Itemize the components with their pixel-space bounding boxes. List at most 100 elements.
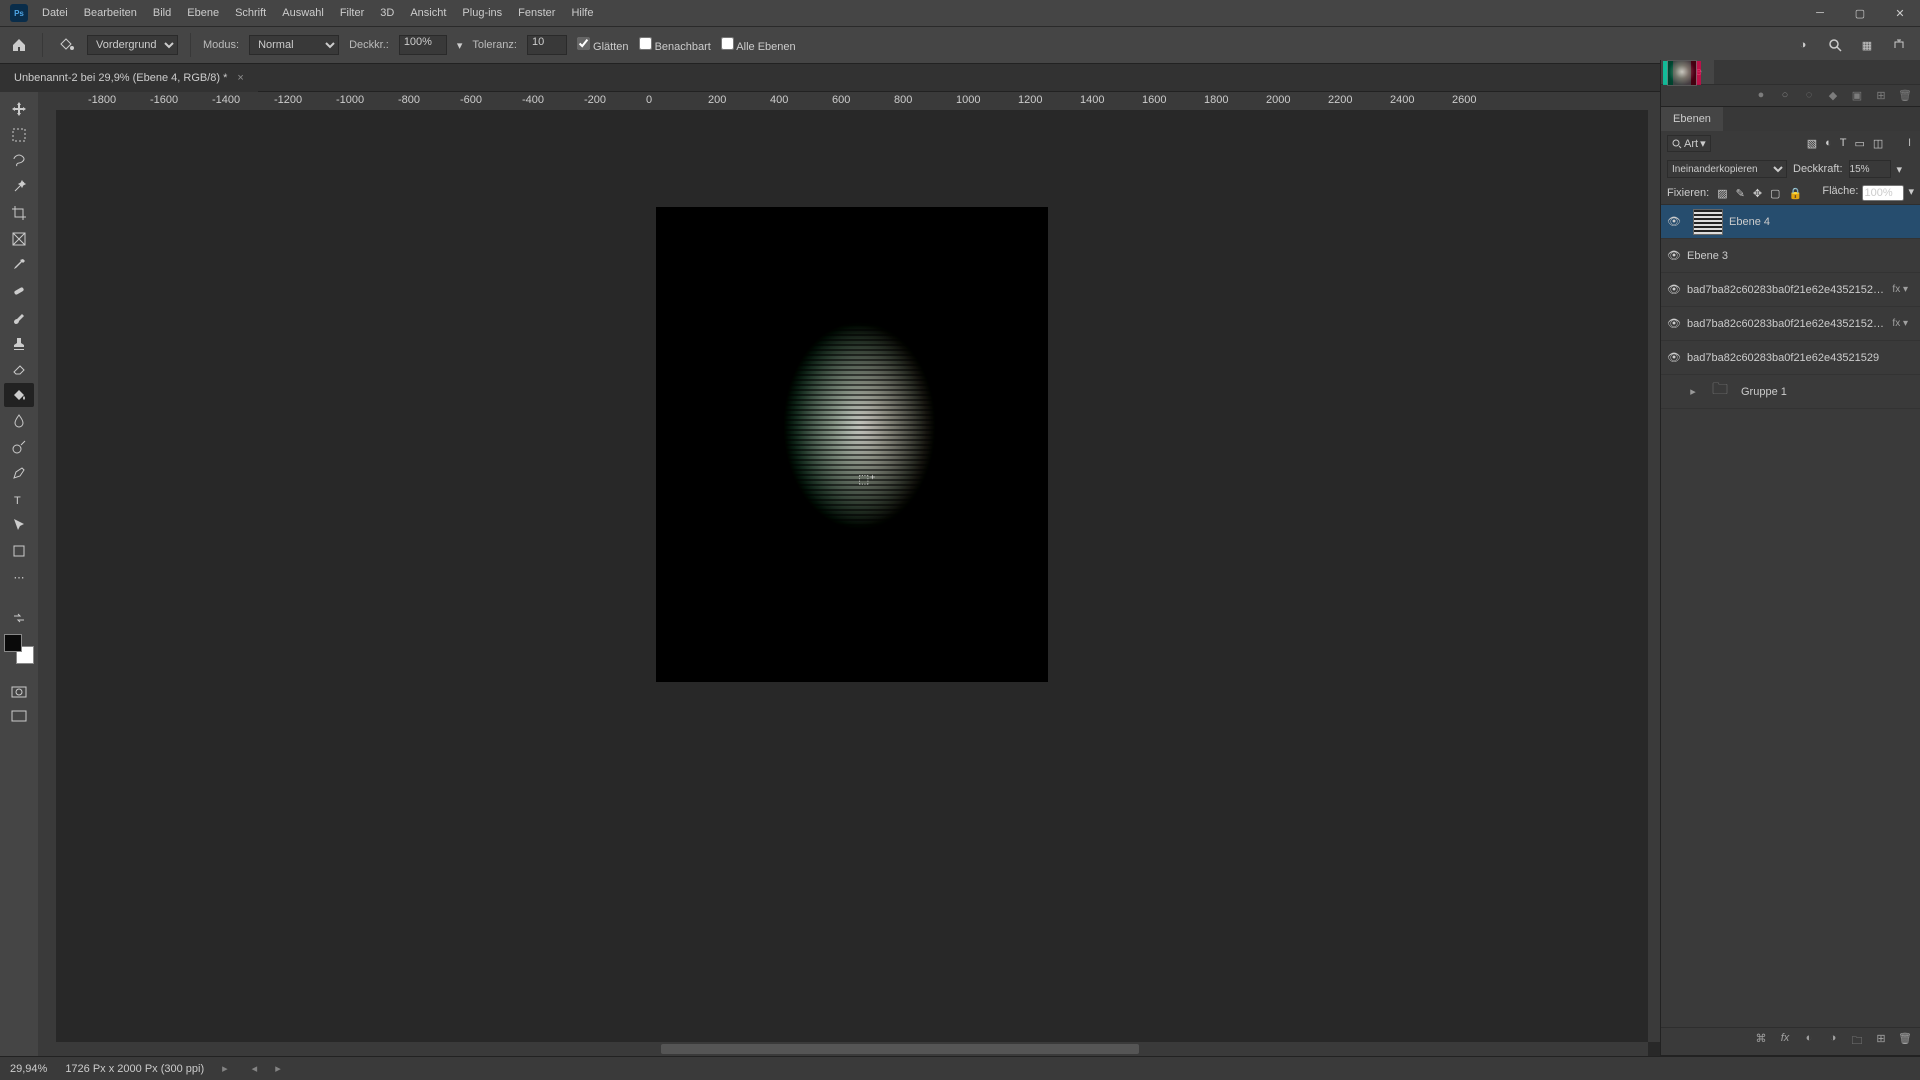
crop-tool[interactable] [4, 201, 34, 225]
menu-ansicht[interactable]: Ansicht [402, 0, 454, 26]
tolerance-field[interactable]: 10 [527, 35, 567, 55]
filter-adjust-icon[interactable]: ◐ [1825, 137, 1832, 150]
visibility-toggle[interactable]: 👁 [1661, 283, 1687, 296]
visibility-toggle[interactable]: 👁 [1661, 351, 1687, 364]
artboard[interactable] [657, 208, 1047, 681]
blend-mode-select[interactable]: Normal [249, 35, 339, 55]
status-prev[interactable]: ◂ [252, 1062, 258, 1075]
share-icon[interactable] [1890, 36, 1908, 54]
visibility-toggle[interactable]: 👁 [1661, 249, 1687, 262]
window-close[interactable]: ✕ [1880, 0, 1920, 26]
new-layer-icon[interactable]: ⊞ [1874, 1032, 1888, 1051]
blur-tool[interactable] [4, 409, 34, 433]
path-stroke-icon[interactable]: ○ [1778, 89, 1792, 102]
link-layers-icon[interactable]: ⌘ [1754, 1032, 1768, 1051]
pen-tool[interactable] [4, 461, 34, 485]
ruler-vertical[interactable] [38, 110, 56, 1056]
tool-icon-bucket[interactable] [55, 34, 77, 56]
ruler-horizontal[interactable]: -2000-1800-1600-1400-1200-1000-800-600-4… [56, 92, 1660, 110]
lock-artboard-icon[interactable]: ▢ [1770, 187, 1780, 200]
fill-flyout[interactable]: ▾ [1908, 185, 1914, 201]
quickmask-toggle[interactable] [5, 682, 33, 702]
heal-tool[interactable] [4, 279, 34, 303]
layer-thumbnail[interactable] [1693, 209, 1723, 235]
move-tool[interactable] [4, 97, 34, 121]
menu-schrift[interactable]: Schrift [227, 0, 274, 26]
home-button[interactable] [8, 34, 30, 56]
eyedropper-tool[interactable] [4, 253, 34, 277]
wand-tool[interactable] [4, 175, 34, 199]
delete-layer-icon[interactable]: 🗑 [1898, 1032, 1912, 1051]
doc-info[interactable]: 1726 Px x 2000 Px (300 ppi) [65, 1063, 204, 1075]
stamp-tool[interactable] [4, 331, 34, 355]
document-tab[interactable]: Unbenannt-2 bei 29,9% (Ebene 4, RGB/8) *… [0, 64, 258, 92]
menu-bild[interactable]: Bild [145, 0, 179, 26]
menu-bearbeiten[interactable]: Bearbeiten [76, 0, 145, 26]
shape-tool[interactable] [4, 539, 34, 563]
filter-shape-icon[interactable]: ▭ [1854, 137, 1864, 150]
layer-row[interactable]: 👁bad7ba82c60283ba0f21e62e43521529 Kopie … [1661, 307, 1920, 341]
doc-info-flyout[interactable]: ▸ [222, 1062, 228, 1075]
layer-row[interactable]: 👁 Ebene 4 [1661, 205, 1920, 239]
adjustment-layer-icon[interactable]: ◑ [1826, 1032, 1840, 1051]
visibility-toggle[interactable]: 👁 [1661, 317, 1687, 330]
lock-all-icon[interactable]: 🔒 [1788, 187, 1802, 200]
layer-name[interactable]: Gruppe 1 [1741, 386, 1912, 398]
layer-row[interactable]: 👁bad7ba82c60283ba0f21e62e43521529 Kopie … [1661, 273, 1920, 307]
path-fill-icon[interactable]: ● [1754, 89, 1768, 102]
lock-paint-icon[interactable]: ✎ [1736, 187, 1745, 200]
menu-fenster[interactable]: Fenster [510, 0, 563, 26]
status-next[interactable]: ▸ [275, 1062, 281, 1075]
layer-opacity-field[interactable] [1849, 160, 1891, 178]
swap-colors[interactable] [5, 608, 33, 628]
alllayers-checkbox[interactable]: Alle Ebenen [721, 37, 796, 53]
lock-pixels-icon[interactable]: ▨ [1717, 187, 1727, 200]
layer-name[interactable]: Ebene 3 [1687, 250, 1912, 262]
search-icon[interactable] [1826, 36, 1844, 54]
layer-list[interactable]: 👁Ebene 4👁Ebene 3👁bad7ba82c60283ba0f21e62… [1661, 205, 1920, 1027]
lock-position-icon[interactable]: ✥ [1753, 187, 1762, 200]
more-tools[interactable]: ⋯ [4, 565, 34, 589]
layer-fx-badge[interactable]: fx ▾ [1888, 318, 1912, 329]
menu-filter[interactable]: Filter [332, 0, 372, 26]
fill-source-select[interactable]: Vordergrund [87, 35, 178, 55]
layer-row[interactable]: 👁bad7ba82c60283ba0f21e62e43521529 [1661, 341, 1920, 375]
lasso-tool[interactable] [4, 149, 34, 173]
window-minimize[interactable]: ─ [1800, 0, 1840, 26]
contiguous-checkbox[interactable]: Benachbart [639, 37, 711, 53]
layer-name[interactable]: bad7ba82c60283ba0f21e62e43521529 Kopie 4 [1687, 284, 1888, 296]
layer-fx-icon[interactable]: fx [1778, 1032, 1792, 1051]
brush-tool[interactable] [4, 305, 34, 329]
visibility-toggle[interactable]: 👁 [1661, 215, 1687, 228]
menu-3d[interactable]: 3D [372, 0, 402, 26]
zoom-level[interactable]: 29,94% [10, 1063, 47, 1075]
menu-ebene[interactable]: Ebene [179, 0, 227, 26]
path-mask-icon[interactable]: ▣ [1850, 89, 1864, 102]
layer-name[interactable]: Ebene 4 [1729, 216, 1912, 228]
menu-auswahl[interactable]: Auswahl [274, 0, 332, 26]
path-select-tool[interactable] [4, 513, 34, 537]
window-maximize[interactable]: ▢ [1840, 0, 1880, 26]
layer-fx-badge[interactable]: fx ▾ [1888, 284, 1912, 295]
filter-smart-icon[interactable]: ◫ [1873, 137, 1883, 150]
path-to-shape-icon[interactable]: ◆ [1826, 89, 1840, 102]
close-tab-icon[interactable]: × [237, 64, 243, 92]
opacity-flyout[interactable]: ▾ [1897, 163, 1903, 176]
path-selection-icon[interactable]: ◌ [1802, 89, 1816, 102]
layer-blend-select[interactable]: Ineinanderkopieren [1667, 160, 1787, 178]
frame-tool[interactable] [4, 227, 34, 251]
tab-layers[interactable]: Ebenen [1661, 107, 1723, 131]
menu-datei[interactable]: Datei [34, 0, 76, 26]
dodge-tool[interactable] [4, 435, 34, 459]
new-path-icon[interactable]: ⊞ [1874, 89, 1888, 102]
type-tool[interactable]: T [4, 487, 34, 511]
screenmode-toggle[interactable] [5, 706, 33, 726]
menu-hilfe[interactable]: Hilfe [563, 0, 601, 26]
layer-filter-kind[interactable]: Art ▾ [1667, 135, 1711, 152]
new-group-icon[interactable]: 🗀 [1850, 1032, 1864, 1051]
group-expand-icon[interactable]: ▸ [1687, 385, 1699, 398]
foreground-background-colors[interactable] [4, 634, 34, 664]
menu-plugins[interactable]: Plug-ins [454, 0, 510, 26]
cloud-icon[interactable]: ◑ [1794, 36, 1812, 54]
layer-row[interactable]: 👁Ebene 3 [1661, 239, 1920, 273]
